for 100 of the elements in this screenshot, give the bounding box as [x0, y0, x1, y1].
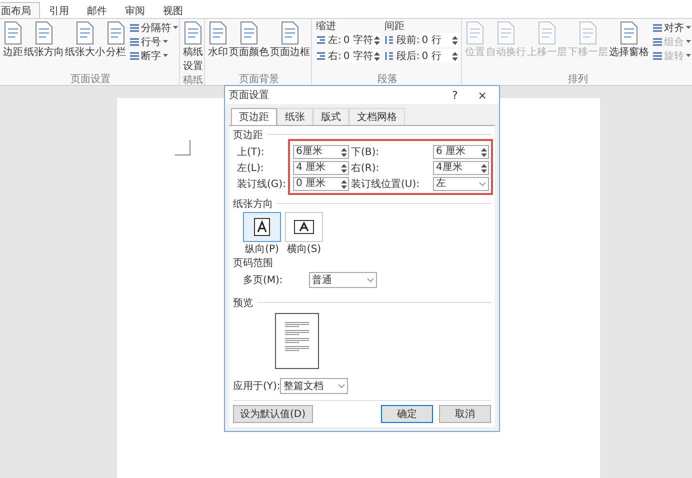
chevron-down-icon [479, 182, 486, 186]
section-title: 页码范围 [233, 256, 273, 270]
document-icon [578, 21, 597, 45]
dialog-tab[interactable]: 版式 [313, 108, 349, 125]
field-label: 应用于(Y): [233, 380, 280, 393]
option-label: 横向(S) [286, 242, 322, 256]
spin-field[interactable]: 4厘米 [433, 161, 489, 175]
dialog-tab[interactable]: 页边距 [231, 108, 277, 125]
ribbon-button[interactable]: 页面颜色 [229, 21, 269, 59]
caret-icon [686, 40, 691, 43]
chevron-down-icon [367, 278, 374, 282]
document-icon [281, 21, 299, 45]
group-title: 段落 [376, 72, 398, 85]
document-icon [240, 21, 258, 45]
cancel-button[interactable]: 取消 [439, 405, 491, 423]
document-icon [496, 21, 515, 45]
ribbon-button[interactable]: 对齐 [652, 21, 691, 34]
field-label: 多页(M): [243, 274, 284, 287]
close-button[interactable]: × [478, 88, 487, 102]
caret-icon [686, 54, 691, 57]
dropdown[interactable]: 整篇文档 [280, 378, 348, 394]
section-label: 间距 [384, 20, 406, 31]
set-default-button[interactable]: 设为默认值(D) [233, 405, 313, 423]
spinner-icon [374, 52, 380, 60]
dropdown[interactable]: 左 [433, 177, 489, 191]
spinner-icon [341, 180, 347, 188]
dialog-tab[interactable]: 纸张 [277, 108, 313, 125]
ribbon-button[interactable]: 纸张大小 [65, 21, 105, 59]
document-icon [538, 21, 556, 45]
field-label: 下(B): [351, 146, 380, 159]
group-title: 稿纸 [183, 74, 203, 86]
spinner-icon [341, 148, 347, 156]
spin-field[interactable]: 4 厘米 [293, 161, 349, 175]
spinner-icon [481, 164, 487, 172]
field-label: 右(R): [351, 162, 380, 175]
list-icon [130, 36, 139, 46]
ribbon-button[interactable]: 断字 [130, 49, 178, 62]
field-label: 段前: [396, 34, 420, 47]
caret-icon [163, 40, 168, 43]
list-icon [130, 50, 139, 60]
orientation-button[interactable] [243, 212, 281, 242]
ribbon-tab[interactable]: 面布局 [0, 2, 40, 18]
field-label: 右: [328, 50, 342, 63]
spinner-icon [452, 52, 458, 60]
list-icon [652, 36, 662, 46]
field-label: 装订线(G): [237, 178, 287, 191]
document-icon [107, 21, 125, 45]
ribbon-button[interactable]: 边距 [3, 21, 23, 59]
group-title: 页面设置 [70, 72, 112, 85]
caret-icon [173, 26, 178, 29]
ribbon-button[interactable]: 分栏 [106, 21, 126, 59]
ribbon-tab[interactable]: 引用 [40, 2, 78, 18]
ribbon-button[interactable]: 页面边框 [270, 21, 310, 59]
ribbon-button[interactable]: 稿纸设置 [183, 21, 203, 73]
document-icon [4, 21, 22, 45]
field-label: 装订线位置(U): [351, 178, 420, 191]
list-icon [652, 50, 662, 60]
document-icon [620, 21, 638, 45]
spin-field[interactable]: 0 行 [422, 33, 459, 47]
section-title: 页边距 [233, 128, 263, 142]
list-icon [130, 22, 139, 32]
spinner-icon [374, 36, 380, 44]
ribbon-button[interactable]: 分隔符 [130, 21, 178, 34]
ribbon-tab[interactable]: 视图 [154, 2, 192, 18]
dropdown[interactable]: 普通 [309, 272, 377, 288]
document-icon [209, 21, 227, 45]
caret-icon [163, 54, 168, 57]
ribbon-button[interactable]: 行号 [130, 35, 178, 48]
spin-field[interactable]: 0 行 [422, 49, 459, 63]
spinner-icon [341, 164, 347, 172]
ribbon-button[interactable]: 选择窗格 [608, 21, 649, 59]
ok-button[interactable]: 确定 [381, 405, 433, 423]
spin-field[interactable]: 0 字符 [343, 33, 380, 47]
field-label: 段后: [396, 50, 420, 63]
ribbon-button[interactable]: 水印 [208, 21, 228, 59]
spin-field[interactable]: 6厘米 [293, 145, 349, 159]
spin-field[interactable]: 0 字符 [343, 49, 380, 63]
spacing-icon [384, 35, 394, 45]
page-letter-icon [294, 220, 314, 234]
help-button[interactable]: ? [452, 88, 458, 102]
field-label: 左(L): [237, 162, 265, 175]
orientation-button[interactable] [285, 212, 323, 242]
section-label: 缩进 [316, 20, 337, 31]
dialog-tab[interactable]: 文档网格 [349, 108, 405, 125]
spacing-icon [384, 51, 394, 61]
document-icon [466, 21, 484, 45]
field-label: 左: [328, 34, 342, 47]
spin-field[interactable]: 0 厘米 [293, 177, 349, 191]
spinner-icon [452, 36, 458, 44]
ribbon-tab[interactable]: 审阅 [116, 2, 154, 18]
ribbon-button[interactable]: 纸张方向 [24, 21, 64, 59]
group-title: 页面背景 [238, 72, 280, 85]
document-icon [35, 21, 53, 45]
ribbon-tab[interactable]: 邮件 [78, 2, 116, 18]
spin-field[interactable]: 6 厘米 [433, 145, 489, 159]
group-title: 排列 [566, 72, 589, 85]
caret-icon [686, 26, 691, 29]
dialog-title: 页面设置 [229, 88, 269, 102]
spinner-icon [481, 148, 487, 156]
corner-mark-icon [175, 140, 191, 158]
